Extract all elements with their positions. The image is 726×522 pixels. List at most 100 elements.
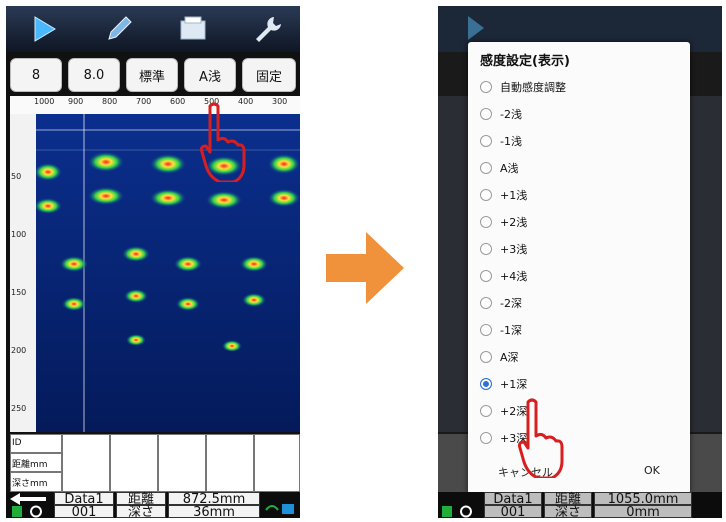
depth-tick: 200 [11,346,27,355]
radio-option-label: +2浅 [500,216,528,229]
phone-screen-before: 8 8.0 標準 A浅 固定 1000 900 800 700 600 500 … [6,6,300,518]
depth-label: 深さ [116,505,166,518]
radio-option[interactable]: -1深 [480,317,680,343]
radio-option-label: +1浅 [500,189,528,202]
sensitivity-dialog: 感度設定(表示) 自動感度調整 -2浅 -1浅 A浅 +1浅 +2浅 +3浅 +4浅 -2深 -1… [468,42,690,494]
ruler-tick: 600 [170,97,186,106]
radio-button[interactable] [480,162,492,174]
depth-label: 深さ [544,505,592,518]
control-row: 8 8.0 標準 A浅 固定 [10,58,298,92]
radio-option[interactable]: -2浅 [480,101,680,127]
distance-ruler: 1000 900 800 700 600 500 400 300 [10,96,300,115]
radio-option[interactable]: +3浅 [480,236,680,262]
radio-option[interactable]: 自動感度調整 [480,74,680,100]
radio-option-label: A浅 [500,162,519,175]
data-name-cell: Data1 [54,492,114,506]
radio-option[interactable]: +3深 [480,425,680,451]
depth-value: 36mm [168,505,260,518]
radio-option-label: -1浅 [500,135,522,148]
toolbar [6,6,300,52]
folder-icon[interactable] [176,12,210,46]
table-label-depth: 深さmm [12,479,48,489]
ruler-tick: 700 [136,97,152,106]
depth-value: 0mm [594,505,692,518]
depth-axis: 50 100 150 200 250 [10,114,36,432]
radio-button[interactable] [480,243,492,255]
table-label-distance: 距離mm [12,460,48,470]
radio-option-label: 自動感度調整 [500,81,566,94]
radio-option-label: +4浅 [500,270,528,283]
radio-button[interactable] [480,324,492,336]
table-column [110,434,158,492]
data-id-cell: 001 [484,505,542,518]
back-arrow-icon[interactable] [10,493,48,505]
radio-option[interactable]: -1浅 [480,128,680,154]
radio-option[interactable]: +2深 [480,398,680,424]
ruler-tick: 900 [68,97,84,106]
radio-button[interactable] [480,270,492,282]
mode-toggle-icon[interactable] [442,505,478,518]
radio-button[interactable] [480,297,492,309]
distance-label: 距離 [116,492,166,506]
radio-button[interactable] [480,432,492,444]
radio-option-label: -2深 [500,297,522,310]
data-id-cell: 001 [54,505,114,518]
radio-button[interactable] [480,135,492,147]
table-column [254,434,300,492]
depth-tick: 150 [11,288,27,297]
sensitivity-button[interactable]: A浅 [184,58,236,92]
radio-option[interactable]: -2深 [480,290,680,316]
pointing-hand-icon [518,398,564,478]
distance-value: 872.5mm [168,492,260,506]
data-table: ID 距離mm 深さmm [10,434,300,492]
radio-button[interactable] [480,351,492,363]
status-bar: Data1 001 距離 深さ 1055.0mm 0mm [438,492,722,518]
distance-label: 距離 [544,492,592,506]
radio-button[interactable] [480,108,492,120]
radio-button[interactable] [480,81,492,93]
wifi-battery-icon [265,504,294,514]
radio-option[interactable]: +4浅 [480,263,680,289]
radar-image[interactable] [36,114,300,432]
depth-tick: 100 [11,230,27,239]
table-label-id: ID [12,438,22,448]
table-column [206,434,254,492]
play-icon[interactable] [26,12,60,46]
radio-option-label: +1深 [500,378,528,391]
distance-value: 1055.0mm [594,492,692,506]
radio-option[interactable]: A深 [480,344,680,370]
wrench-icon[interactable] [250,12,284,46]
depth-tick: 50 [11,172,22,181]
mode-toggle-icon[interactable] [12,505,48,518]
dialog-title: 感度設定(表示) [480,54,570,69]
ok-button[interactable]: OK [644,464,660,477]
table-column [158,434,206,492]
radio-button[interactable] [480,405,492,417]
radio-button[interactable] [480,216,492,228]
radio-option-label: -1深 [500,324,522,337]
radar-scan-panel: 1000 900 800 700 600 500 400 300 50 100 … [10,96,300,432]
ruler-tick: 800 [102,97,118,106]
status-bar: Data1 001 距離 深さ 872.5mm 36mm [6,492,300,518]
table-column [62,434,110,492]
range-button[interactable]: 8 [10,58,62,92]
value-button[interactable]: 8.0 [68,58,120,92]
radio-option-label: A深 [500,351,519,364]
mode-button[interactable]: 標準 [126,58,178,92]
radio-option-label: +3浅 [500,243,528,256]
fixed-button[interactable]: 固定 [242,58,296,92]
radio-option[interactable]: +2浅 [480,209,680,235]
radio-option[interactable]: A浅 [480,155,680,181]
pointing-hand-icon [200,102,246,182]
radio-option[interactable]: +1深 [480,371,680,397]
ruler-tick: 300 [272,97,288,106]
radio-button[interactable] [480,378,492,390]
radio-option[interactable]: +1浅 [480,182,680,208]
transition-arrow-icon [326,232,404,304]
pen-icon[interactable] [102,12,136,46]
data-name-cell: Data1 [484,492,542,506]
radio-option-label: -2浅 [500,108,522,121]
radio-button[interactable] [480,189,492,201]
ruler-tick: 1000 [34,97,55,106]
phone-screen-after: 感度設定(表示) 自動感度調整 -2浅 -1浅 A浅 +1浅 +2浅 +3浅 +4浅 -2深 -1… [438,6,722,518]
